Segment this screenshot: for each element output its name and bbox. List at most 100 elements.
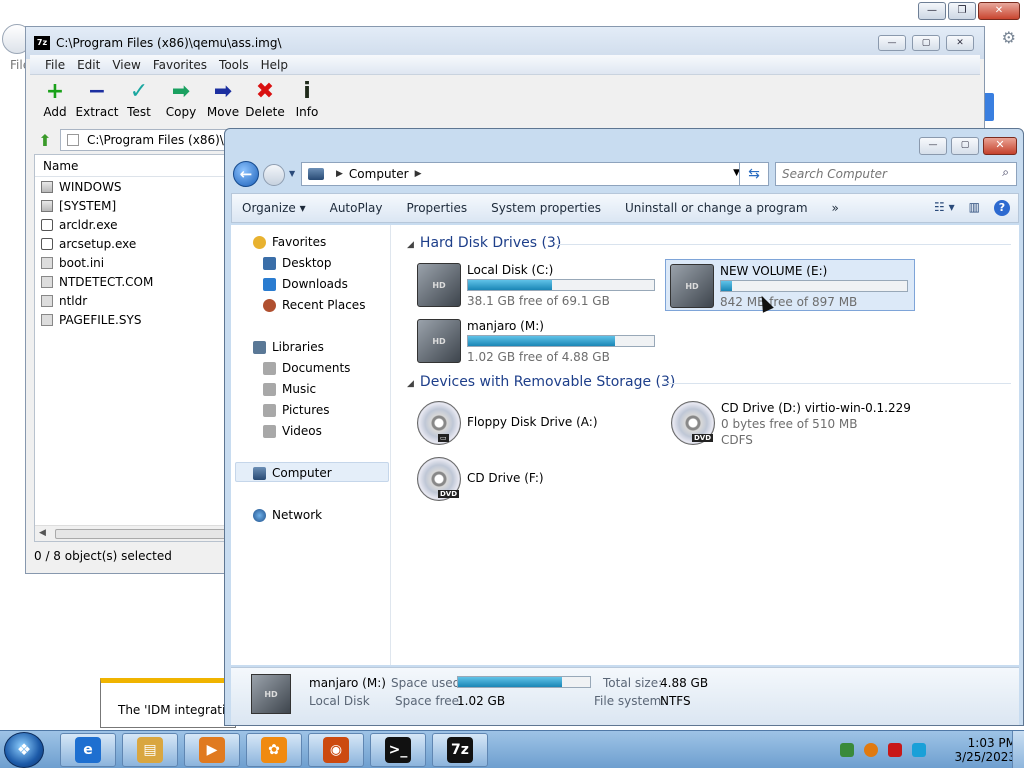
- group-hard-disk-drives[interactable]: ◢ Hard Disk Drives (3): [407, 235, 561, 251]
- taskbar-seven-zip[interactable]: 7z: [432, 733, 488, 767]
- drive-e[interactable]: HD NEW VOLUME (E:) 842 MB free of 897 MB: [665, 259, 915, 311]
- search-tray-icon[interactable]: [864, 743, 879, 757]
- group-removable-storage[interactable]: ◢ Devices with Removable Storage (3): [407, 374, 675, 390]
- list-item[interactable]: WINDOWS: [35, 177, 225, 196]
- list-item[interactable]: ntldr: [35, 291, 225, 310]
- move-button[interactable]: ➡ Move: [202, 79, 244, 119]
- drive-m[interactable]: HD manjaro (M:) 1.02 GB free of 4.88 GB: [413, 315, 663, 367]
- copy-button[interactable]: ➡ Copy: [160, 79, 202, 119]
- display-tray-icon[interactable]: [912, 743, 927, 757]
- background-minimize-button[interactable]: —: [918, 2, 946, 20]
- taskbar-media-player[interactable]: ▶: [184, 733, 240, 767]
- sevenzip-file-list[interactable]: Name WINDOWS [SYSTEM] arcldr.exe arcsetu…: [34, 154, 230, 542]
- autoplay-button[interactable]: AutoPlay: [330, 201, 383, 215]
- nav-music[interactable]: Music: [263, 382, 316, 396]
- history-dropdown-icon[interactable]: ▼: [289, 169, 295, 178]
- add-button[interactable]: + Add: [34, 79, 76, 119]
- details-usage-bar: [457, 676, 591, 688]
- flag-tray-icon[interactable]: [888, 743, 903, 757]
- forward-arrow-icon[interactable]: [263, 164, 285, 186]
- explorer-maximize-button[interactable]: ▢: [951, 137, 979, 155]
- column-header-name[interactable]: Name: [35, 155, 225, 177]
- drive-a[interactable]: ▭ Floppy Disk Drive (A:): [413, 397, 663, 449]
- gear-icon[interactable]: ⚙: [1002, 28, 1016, 47]
- help-icon[interactable]: ?: [994, 200, 1010, 216]
- idm-notification[interactable]: The 'IDM integration: [100, 678, 240, 728]
- scroll-left-icon[interactable]: ◀: [39, 528, 46, 538]
- organize-button[interactable]: Organize ▾: [242, 201, 306, 215]
- explorer-address-bar[interactable]: ▶ Computer ▶ ▼: [301, 162, 747, 186]
- clock[interactable]: 1:03 PM 3/25/2023: [954, 736, 1016, 764]
- menu-edit[interactable]: Edit: [72, 55, 107, 74]
- nav-desktop[interactable]: Desktop: [263, 256, 332, 270]
- nav-documents[interactable]: Documents: [263, 361, 350, 375]
- menu-tools[interactable]: Tools: [214, 55, 256, 74]
- more-commands-button[interactable]: »: [832, 201, 839, 215]
- drive-d[interactable]: DVD CD Drive (D:) virtio-win-0.1.229 0 b…: [667, 397, 917, 457]
- file-icon: [41, 275, 53, 288]
- nav-videos[interactable]: Videos: [263, 424, 322, 438]
- sevenzip-maximize-button[interactable]: ▢: [912, 35, 940, 51]
- explorer-window: — ▢ ✕ ← ▼ ▶ Computer ▶ ▼ ⇆ ⌕ Organize ▾ …: [224, 128, 1024, 726]
- taskbar-app-flame[interactable]: ◉: [308, 733, 364, 767]
- nav-network[interactable]: Network: [253, 508, 322, 522]
- taskbar-file-explorer[interactable]: ▤: [122, 733, 178, 767]
- preview-pane-icon[interactable]: ▥: [969, 200, 980, 216]
- scrollbar-thumb[interactable]: [55, 529, 230, 539]
- sevenzip-close-button[interactable]: ✕: [946, 35, 974, 51]
- start-button[interactable]: ❖: [4, 732, 44, 768]
- properties-button[interactable]: Properties: [407, 201, 468, 215]
- drive-f[interactable]: DVD CD Drive (F:): [413, 453, 663, 505]
- background-restore-button[interactable]: ❐: [948, 2, 976, 20]
- list-item[interactable]: boot.ini: [35, 253, 225, 272]
- taskbar-app-orange[interactable]: ✿: [246, 733, 302, 767]
- collapse-triangle-icon[interactable]: ◢: [407, 379, 414, 389]
- taskbar-command-prompt[interactable]: >_: [370, 733, 426, 767]
- uninstall-program-button[interactable]: Uninstall or change a program: [625, 201, 808, 215]
- nav-favorites[interactable]: Favorites: [253, 235, 326, 249]
- extract-button[interactable]: − Extract: [76, 79, 119, 119]
- up-folder-icon[interactable]: ⬆: [30, 131, 60, 150]
- breadcrumb-separator-icon[interactable]: ▶: [336, 169, 343, 179]
- search-icon[interactable]: ⌕: [1002, 165, 1009, 180]
- breadcrumb-separator-icon[interactable]: ▶: [415, 169, 422, 179]
- list-item[interactable]: arcsetup.exe: [35, 234, 225, 253]
- floppy-drive-icon: ▭: [417, 401, 461, 445]
- menu-view[interactable]: View: [107, 55, 147, 74]
- breadcrumb-computer[interactable]: Computer: [349, 167, 409, 181]
- collapse-triangle-icon[interactable]: ◢: [407, 240, 414, 250]
- list-item[interactable]: [SYSTEM]: [35, 196, 225, 215]
- list-item[interactable]: NTDETECT.COM: [35, 272, 225, 291]
- system-properties-button[interactable]: System properties: [491, 201, 601, 215]
- list-item[interactable]: PAGEFILE.SYS: [35, 310, 225, 329]
- network-tray-icon[interactable]: [840, 743, 855, 757]
- show-desktop-button[interactable]: [1012, 731, 1024, 768]
- explorer-close-button[interactable]: ✕: [983, 137, 1017, 155]
- background-close-button[interactable]: ✕: [978, 2, 1020, 20]
- list-item[interactable]: arcldr.exe: [35, 215, 225, 234]
- command-prompt-icon: >_: [385, 737, 411, 763]
- drive-c[interactable]: HD Local Disk (C:) 38.1 GB free of 69.1 …: [413, 259, 663, 311]
- info-icon: i: [303, 79, 311, 104]
- search-input[interactable]: [775, 162, 1017, 186]
- nav-recent-places[interactable]: Recent Places: [263, 298, 365, 312]
- refresh-icon[interactable]: ⇆: [739, 162, 769, 186]
- executable-icon: [41, 237, 53, 250]
- test-button[interactable]: ✓ Test: [118, 79, 160, 119]
- menu-favorites[interactable]: Favorites: [148, 55, 214, 74]
- change-view-icon[interactable]: ☷ ▾: [934, 200, 955, 216]
- menu-help[interactable]: Help: [256, 55, 295, 74]
- menu-file[interactable]: File: [40, 55, 72, 74]
- horizontal-scrollbar[interactable]: ◀: [35, 525, 230, 541]
- delete-button[interactable]: ✖ Delete: [244, 79, 286, 119]
- info-button[interactable]: i Info: [286, 79, 328, 119]
- nav-pictures[interactable]: Pictures: [263, 403, 330, 417]
- taskbar-internet-explorer[interactable]: e: [60, 733, 116, 767]
- explorer-minimize-button[interactable]: —: [919, 137, 947, 155]
- nav-computer[interactable]: Computer: [253, 466, 332, 480]
- navigation-pane[interactable]: Favorites Desktop Downloads Recent Place…: [231, 225, 391, 665]
- sevenzip-minimize-button[interactable]: —: [878, 35, 906, 51]
- back-arrow-icon[interactable]: ←: [233, 161, 259, 187]
- nav-libraries[interactable]: Libraries: [253, 340, 324, 354]
- nav-downloads[interactable]: Downloads: [263, 277, 348, 291]
